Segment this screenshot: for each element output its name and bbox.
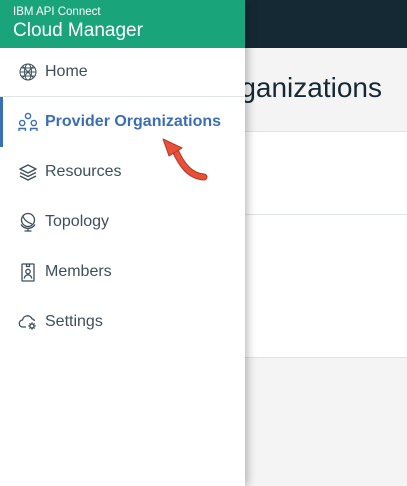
content-card: [245, 248, 407, 358]
cloud-gear-icon: [18, 312, 38, 332]
sidebar-item-members[interactable]: Members: [0, 247, 245, 297]
red-curved-arrow-icon: [162, 138, 208, 181]
sidebar-item-label: Topology: [45, 213, 110, 230]
app-name-label: Cloud Manager: [13, 20, 143, 41]
sidebar-item-label: Resources: [45, 163, 122, 180]
sidebar-item-settings[interactable]: Settings: [0, 297, 245, 347]
product-line-label: IBM API Connect: [13, 6, 101, 18]
home-globe-icon: [18, 62, 38, 82]
navigation-sidebar: IBM API Connect Cloud Manager Home Provi…: [0, 0, 245, 486]
nav-menu: Home Provider Organizations Resources To…: [0, 48, 245, 347]
sidebar-item-label: Members: [45, 263, 112, 280]
page-title: rganizations: [231, 72, 382, 103]
content-card: [245, 131, 407, 263]
provider-orgs-icon: [18, 112, 38, 132]
sidebar-item-label: Settings: [45, 313, 103, 330]
member-badge-icon: [18, 262, 38, 282]
brand-header[interactable]: IBM API Connect Cloud Manager: [0, 0, 245, 48]
layers-icon: [18, 162, 38, 182]
sidebar-item-label: Provider Organizations: [45, 113, 222, 130]
topology-globe-icon: [18, 212, 38, 232]
sidebar-item-topology[interactable]: Topology: [0, 197, 245, 247]
card-divider: [245, 214, 407, 215]
sidebar-item-home[interactable]: Home: [0, 48, 245, 97]
sidebar-item-label: Home: [45, 63, 88, 80]
main-content: rganizations: [231, 48, 407, 486]
